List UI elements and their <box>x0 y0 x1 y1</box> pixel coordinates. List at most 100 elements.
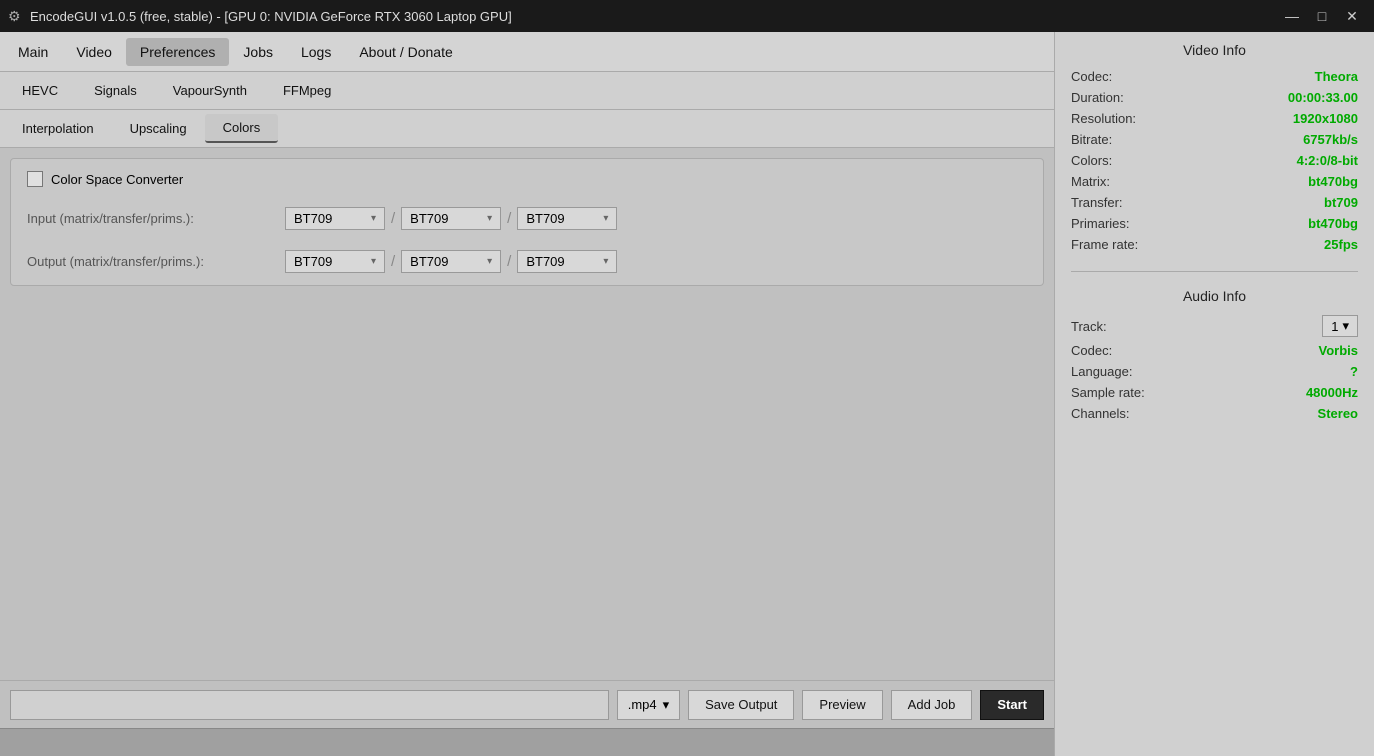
input-prims-select[interactable]: BT709 ▾ <box>517 207 617 230</box>
framerate-label: Frame rate: <box>1071 237 1138 252</box>
video-info-section: Video Info Codec: Theora Duration: 00:00… <box>1055 32 1374 265</box>
tab-upscaling[interactable]: Upscaling <box>112 115 205 142</box>
content-area: Color Space Converter Input (matrix/tran… <box>0 148 1054 680</box>
save-output-button[interactable]: Save Output <box>688 690 794 720</box>
video-info-bitrate: Bitrate: 6757kb/s <box>1071 129 1358 150</box>
bottom-bar: .mp4 ▾ Save Output Preview Add Job Start <box>0 680 1054 728</box>
resolution-value: 1920x1080 <box>1293 111 1358 126</box>
video-info-primaries: Primaries: bt470bg <box>1071 213 1358 234</box>
output-slash-1: / <box>391 253 395 270</box>
maximize-button[interactable]: □ <box>1308 2 1336 30</box>
input-transfer-select[interactable]: BT709 ▾ <box>401 207 501 230</box>
menu-bar: Main Video Preferences Jobs Logs About /… <box>0 32 1054 72</box>
menu-item-jobs[interactable]: Jobs <box>229 38 287 66</box>
minimize-button[interactable]: — <box>1278 2 1306 30</box>
audio-info-channels: Channels: Stereo <box>1071 403 1358 424</box>
taskbar <box>0 728 1054 756</box>
input-prims-arrow: ▾ <box>603 213 608 224</box>
app-icon: ⚙ <box>8 8 24 24</box>
close-button[interactable]: ✕ <box>1338 2 1366 30</box>
menu-item-preferences[interactable]: Preferences <box>126 38 229 66</box>
color-space-converter-checkbox[interactable] <box>27 171 43 187</box>
output-prims-arrow: ▾ <box>603 256 608 267</box>
audio-info-track: Track: 1 ▾ <box>1071 312 1358 340</box>
color-space-header: Color Space Converter <box>27 171 1027 187</box>
input-color-label: Input (matrix/transfer/prims.): <box>27 211 277 226</box>
color-space-converter-container: Color Space Converter <box>27 171 183 187</box>
right-panel: Video Info Codec: Theora Duration: 00:00… <box>1054 32 1374 756</box>
video-info-matrix: Matrix: bt470bg <box>1071 171 1358 192</box>
main-container: Main Video Preferences Jobs Logs About /… <box>0 32 1374 756</box>
input-select-group: BT709 ▾ / BT709 ▾ / BT709 ▾ <box>285 207 617 230</box>
input-prims-value: BT709 <box>526 211 564 226</box>
track-select[interactable]: 1 ▾ <box>1322 315 1358 337</box>
input-slash-2: / <box>507 210 511 227</box>
add-job-button[interactable]: Add Job <box>891 690 973 720</box>
sub-tabs-row2: Interpolation Upscaling Colors <box>0 110 1054 148</box>
window-controls: — □ ✕ <box>1278 2 1366 30</box>
colors-value: 4:2:0/8-bit <box>1297 153 1358 168</box>
bitrate-value: 6757kb/s <box>1303 132 1358 147</box>
tab-colors[interactable]: Colors <box>205 114 279 143</box>
input-slash-1: / <box>391 210 395 227</box>
format-arrow-icon: ▾ <box>663 697 670 713</box>
channels-label: Channels: <box>1071 406 1130 421</box>
input-transfer-arrow: ▾ <box>487 213 492 224</box>
video-info-transfer: Transfer: bt709 <box>1071 192 1358 213</box>
audio-codec-label: Codec: <box>1071 343 1112 358</box>
output-transfer-arrow: ▾ <box>487 256 492 267</box>
menu-item-main[interactable]: Main <box>4 38 62 66</box>
output-matrix-value: BT709 <box>294 254 332 269</box>
tab-ffmpeg[interactable]: FFMpeg <box>265 77 349 104</box>
tab-hevc[interactable]: HEVC <box>4 77 76 104</box>
input-color-row: Input (matrix/transfer/prims.): BT709 ▾ … <box>27 207 1027 230</box>
tab-signals[interactable]: Signals <box>76 77 155 104</box>
audio-codec-value: Vorbis <box>1319 343 1359 358</box>
output-prims-select[interactable]: BT709 ▾ <box>517 250 617 273</box>
audio-info-title: Audio Info <box>1071 288 1358 304</box>
video-info-colors: Colors: 4:2:0/8-bit <box>1071 150 1358 171</box>
output-transfer-select[interactable]: BT709 ▾ <box>401 250 501 273</box>
input-matrix-select[interactable]: BT709 ▾ <box>285 207 385 230</box>
output-color-label: Output (matrix/transfer/prims.): <box>27 254 277 269</box>
video-info-framerate: Frame rate: 25fps <box>1071 234 1358 255</box>
language-label: Language: <box>1071 364 1132 379</box>
output-slash-2: / <box>507 253 511 270</box>
menu-item-video[interactable]: Video <box>62 38 126 66</box>
samplerate-label: Sample rate: <box>1071 385 1145 400</box>
input-matrix-value: BT709 <box>294 211 332 226</box>
language-value: ? <box>1350 364 1358 379</box>
tab-interpolation[interactable]: Interpolation <box>4 115 112 142</box>
duration-value: 00:00:33.00 <box>1288 90 1358 105</box>
output-path-input[interactable] <box>10 690 609 720</box>
menu-item-logs[interactable]: Logs <box>287 38 345 66</box>
channels-value: Stereo <box>1318 406 1358 421</box>
codec-label: Codec: <box>1071 69 1112 84</box>
matrix-label: Matrix: <box>1071 174 1110 189</box>
primaries-label: Primaries: <box>1071 216 1130 231</box>
audio-info-codec: Codec: Vorbis <box>1071 340 1358 361</box>
output-select-group: BT709 ▾ / BT709 ▾ / BT709 ▾ <box>285 250 617 273</box>
format-select[interactable]: .mp4 ▾ <box>617 690 680 720</box>
info-divider <box>1071 271 1358 272</box>
title-bar: ⚙ EncodeGUI v1.0.5 (free, stable) - [GPU… <box>0 0 1374 32</box>
matrix-value: bt470bg <box>1308 174 1358 189</box>
colors-panel: Color Space Converter Input (matrix/tran… <box>10 158 1044 286</box>
format-label: .mp4 <box>628 697 657 712</box>
audio-info-section: Audio Info Track: 1 ▾ Codec: Vorbis Lang… <box>1055 278 1374 434</box>
duration-label: Duration: <box>1071 90 1124 105</box>
video-info-duration: Duration: 00:00:33.00 <box>1071 87 1358 108</box>
codec-value: Theora <box>1315 69 1358 84</box>
video-info-title: Video Info <box>1071 42 1358 58</box>
transfer-label: Transfer: <box>1071 195 1123 210</box>
menu-item-about[interactable]: About / Donate <box>345 38 466 66</box>
output-matrix-arrow: ▾ <box>371 256 376 267</box>
tab-vapoursynth[interactable]: VapourSynth <box>155 77 265 104</box>
output-transfer-value: BT709 <box>410 254 448 269</box>
start-button[interactable]: Start <box>980 690 1044 720</box>
output-prims-value: BT709 <box>526 254 564 269</box>
preview-button[interactable]: Preview <box>802 690 882 720</box>
input-matrix-arrow: ▾ <box>371 213 376 224</box>
left-panel: Main Video Preferences Jobs Logs About /… <box>0 32 1054 756</box>
output-matrix-select[interactable]: BT709 ▾ <box>285 250 385 273</box>
